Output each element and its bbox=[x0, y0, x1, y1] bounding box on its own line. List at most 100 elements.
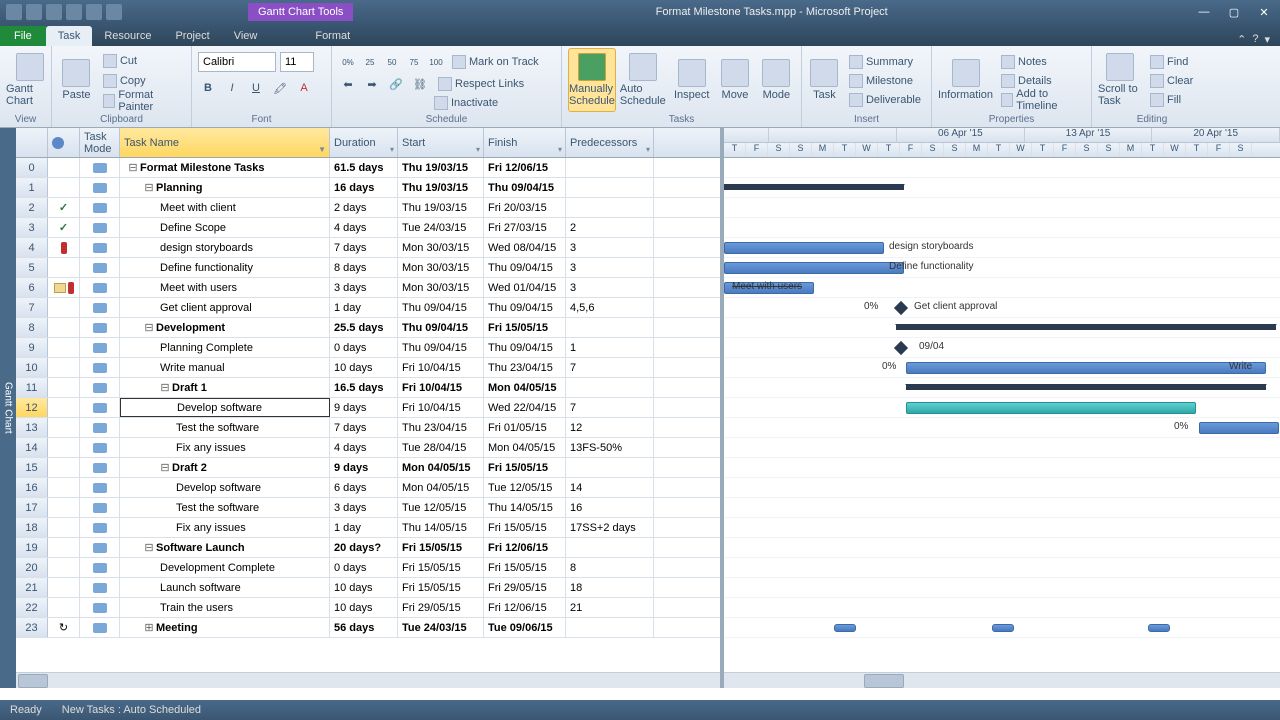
gantt-chart-button[interactable]: Gantt Chart bbox=[6, 48, 54, 112]
font-color-button[interactable]: A bbox=[294, 78, 314, 98]
gantt-row[interactable]: design storyboards bbox=[724, 238, 1280, 258]
table-row[interactable]: 10Write manual10 daysFri 10/04/15Thu 23/… bbox=[16, 358, 720, 378]
window-icon[interactable]: ▾ bbox=[1264, 33, 1270, 46]
gantt-row[interactable]: Get client approval0% bbox=[724, 298, 1280, 318]
milestone-button[interactable]: Milestone bbox=[845, 72, 925, 90]
indent-button[interactable]: ➡ bbox=[362, 74, 382, 94]
qat-btn-icon[interactable] bbox=[106, 4, 122, 20]
clear-button[interactable]: Clear bbox=[1146, 72, 1197, 90]
grid-hscroll[interactable] bbox=[16, 672, 720, 688]
gantt-row[interactable] bbox=[724, 618, 1280, 638]
header-task-mode[interactable]: Task Mode bbox=[80, 128, 120, 157]
inactivate-button[interactable]: Inactivate bbox=[430, 94, 502, 112]
table-row[interactable]: 11⊟Draft 116.5 daysFri 10/04/15Mon 04/05… bbox=[16, 378, 720, 398]
table-row[interactable]: 19⊟Software Launch20 days?Fri 15/05/15Fr… bbox=[16, 538, 720, 558]
gantt-row[interactable] bbox=[724, 438, 1280, 458]
add-timeline-button[interactable]: Add to Timeline bbox=[997, 91, 1085, 109]
mark-on-track-button[interactable]: Mark on Track bbox=[448, 53, 543, 71]
table-row[interactable]: 14Fix any issues4 daysTue 28/04/15Mon 04… bbox=[16, 438, 720, 458]
gantt-row[interactable] bbox=[724, 158, 1280, 178]
gantt-row[interactable] bbox=[724, 378, 1280, 398]
gantt-row[interactable] bbox=[724, 558, 1280, 578]
gantt-row[interactable] bbox=[724, 518, 1280, 538]
format-tab[interactable]: Format bbox=[303, 26, 362, 46]
pct100-button[interactable]: 100 bbox=[426, 52, 446, 72]
highlight-button[interactable]: 🖍 bbox=[270, 78, 290, 98]
task-tab[interactable]: Task bbox=[46, 26, 93, 46]
manually-schedule-button[interactable]: Manually Schedule bbox=[568, 48, 616, 112]
table-row[interactable]: 13Test the software7 daysThu 23/04/15Fri… bbox=[16, 418, 720, 438]
minimize-ribbon-icon[interactable]: ⌃ bbox=[1237, 33, 1246, 46]
link-button[interactable]: 🔗 bbox=[386, 74, 406, 94]
gantt-row[interactable] bbox=[724, 318, 1280, 338]
status-new-tasks[interactable]: New Tasks : Auto Scheduled bbox=[62, 704, 201, 716]
table-row[interactable]: 17Test the software3 daysTue 12/05/15Thu… bbox=[16, 498, 720, 518]
qat-undo-icon[interactable] bbox=[26, 4, 42, 20]
minimize-button[interactable]: — bbox=[1190, 3, 1218, 21]
maximize-button[interactable]: ▢ bbox=[1220, 3, 1248, 21]
header-finish[interactable]: Finish▾ bbox=[484, 128, 566, 157]
pct25-button[interactable]: 25 bbox=[360, 52, 380, 72]
table-row[interactable]: 9Planning Complete0 daysThu 09/04/15Thu … bbox=[16, 338, 720, 358]
gantt-row[interactable] bbox=[724, 458, 1280, 478]
gantt-row[interactable] bbox=[724, 598, 1280, 618]
unlink-button[interactable]: ⛓ bbox=[410, 74, 430, 94]
table-row[interactable]: 18Fix any issues1 dayThu 14/05/15Fri 15/… bbox=[16, 518, 720, 538]
table-row[interactable]: 2✓Meet with client2 daysThu 19/03/15Fri … bbox=[16, 198, 720, 218]
header-start[interactable]: Start▾ bbox=[398, 128, 484, 157]
file-tab[interactable]: File bbox=[0, 26, 46, 46]
qat-redo-icon[interactable] bbox=[46, 4, 62, 20]
table-row[interactable]: 0⊟Format Milestone Tasks61.5 daysThu 19/… bbox=[16, 158, 720, 178]
help-icon[interactable]: ? bbox=[1252, 33, 1258, 46]
gantt-row[interactable] bbox=[724, 398, 1280, 418]
gantt-row[interactable] bbox=[724, 178, 1280, 198]
qat-save-icon[interactable] bbox=[6, 4, 22, 20]
pct50-button[interactable]: 50 bbox=[382, 52, 402, 72]
pct0-button[interactable]: 0% bbox=[338, 52, 358, 72]
project-tab[interactable]: Project bbox=[163, 26, 221, 46]
task-insert-button[interactable]: Task bbox=[808, 48, 841, 112]
table-row[interactable]: 5Define functionality8 daysMon 30/03/15T… bbox=[16, 258, 720, 278]
table-row[interactable]: 15⊟Draft 29 daysMon 04/05/15Fri 15/05/15 bbox=[16, 458, 720, 478]
table-row[interactable]: 8⊟Development25.5 daysThu 09/04/15Fri 15… bbox=[16, 318, 720, 338]
summary-button[interactable]: Summary bbox=[845, 53, 925, 71]
resource-tab[interactable]: Resource bbox=[92, 26, 163, 46]
view-bar[interactable]: Gantt Chart bbox=[0, 128, 16, 688]
respect-links-button[interactable]: Respect Links bbox=[434, 75, 528, 93]
copy-button[interactable]: Copy bbox=[99, 72, 185, 90]
gantt-row[interactable] bbox=[724, 578, 1280, 598]
qat-btn-icon[interactable] bbox=[66, 4, 82, 20]
paste-button[interactable]: Paste bbox=[58, 48, 95, 112]
header-indicators[interactable] bbox=[48, 128, 80, 157]
font-size-selector[interactable]: 11 bbox=[280, 52, 314, 72]
table-row[interactable]: 6Meet with users3 daysMon 30/03/15Wed 01… bbox=[16, 278, 720, 298]
italic-button[interactable]: I bbox=[222, 78, 242, 98]
auto-schedule-button[interactable]: Auto Schedule bbox=[620, 48, 667, 112]
table-row[interactable]: 12Develop software9 daysFri 10/04/15Wed … bbox=[16, 398, 720, 418]
inspect-button[interactable]: Inspect bbox=[671, 48, 712, 112]
outdent-button[interactable]: ⬅ bbox=[338, 74, 358, 94]
close-button[interactable]: ✕ bbox=[1250, 3, 1278, 21]
table-row[interactable]: 23↻⊞Meeting56 daysTue 24/03/15Tue 09/06/… bbox=[16, 618, 720, 638]
font-name-selector[interactable]: Calibri bbox=[198, 52, 276, 72]
table-row[interactable]: 16Develop software6 daysMon 04/05/15Tue … bbox=[16, 478, 720, 498]
qat-btn-icon[interactable] bbox=[86, 4, 102, 20]
header-row-num[interactable] bbox=[16, 128, 48, 157]
scroll-to-task-button[interactable]: Scroll to Task bbox=[1098, 48, 1142, 112]
gantt-row[interactable] bbox=[724, 218, 1280, 238]
table-row[interactable]: 22Train the users10 daysFri 29/05/15Fri … bbox=[16, 598, 720, 618]
format-painter-button[interactable]: Format Painter bbox=[99, 92, 185, 110]
gantt-row[interactable]: 0% bbox=[724, 418, 1280, 438]
header-duration[interactable]: Duration▾ bbox=[330, 128, 398, 157]
information-button[interactable]: Information bbox=[938, 48, 993, 112]
mode-button[interactable]: Mode bbox=[758, 48, 795, 112]
find-button[interactable]: Find bbox=[1146, 53, 1197, 71]
header-task-name[interactable]: Task Name▼ bbox=[120, 128, 330, 157]
gantt-row[interactable]: 09/04 bbox=[724, 338, 1280, 358]
gantt-row[interactable]: Write0% bbox=[724, 358, 1280, 378]
table-row[interactable]: 20Development Complete0 daysFri 15/05/15… bbox=[16, 558, 720, 578]
deliverable-button[interactable]: Deliverable bbox=[845, 91, 925, 109]
table-row[interactable]: 4design storyboards7 daysMon 30/03/15Wed… bbox=[16, 238, 720, 258]
bold-button[interactable]: B bbox=[198, 78, 218, 98]
gantt-row[interactable] bbox=[724, 478, 1280, 498]
